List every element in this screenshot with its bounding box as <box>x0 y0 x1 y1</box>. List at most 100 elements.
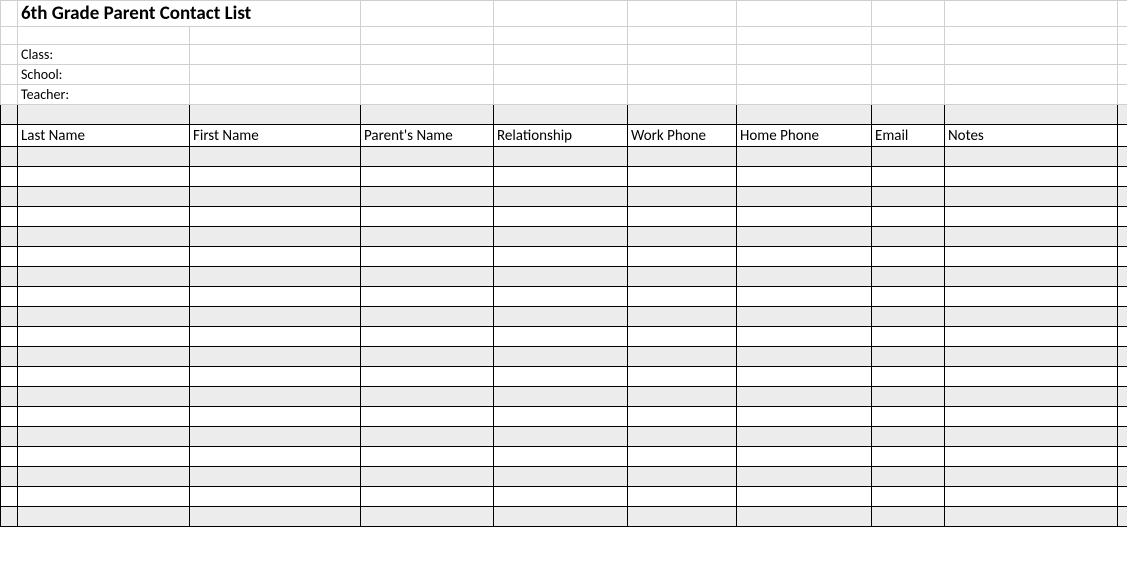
cell-work-phone[interactable] <box>628 267 737 287</box>
cell-notes[interactable] <box>945 387 1118 407</box>
cell-last-name[interactable] <box>18 207 190 227</box>
cell-relationship[interactable] <box>494 227 628 247</box>
cell-email[interactable] <box>872 287 945 307</box>
cell-home-phone[interactable] <box>737 187 872 207</box>
cell-home-phone[interactable] <box>737 447 872 467</box>
cell-notes[interactable] <box>945 267 1118 287</box>
cell-parents-name[interactable] <box>361 407 494 427</box>
cell-work-phone[interactable] <box>628 187 737 207</box>
cell-parents-name[interactable] <box>361 267 494 287</box>
cell-parents-name[interactable] <box>361 187 494 207</box>
cell-email[interactable] <box>872 347 945 367</box>
cell-work-phone[interactable] <box>628 387 737 407</box>
cell-notes[interactable] <box>945 487 1118 507</box>
cell-last-name[interactable] <box>18 247 190 267</box>
cell-last-name[interactable] <box>18 487 190 507</box>
cell-last-name[interactable] <box>18 327 190 347</box>
cell-relationship[interactable] <box>494 387 628 407</box>
cell-first-name[interactable] <box>190 427 361 447</box>
cell-home-phone[interactable] <box>737 427 872 447</box>
cell-home-phone[interactable] <box>737 247 872 267</box>
cell-email[interactable] <box>872 407 945 427</box>
cell-email[interactable] <box>872 167 945 187</box>
cell-work-phone[interactable] <box>628 227 737 247</box>
cell-relationship[interactable] <box>494 487 628 507</box>
cell-relationship[interactable] <box>494 187 628 207</box>
cell-relationship[interactable] <box>494 447 628 467</box>
cell-notes[interactable] <box>945 467 1118 487</box>
cell-notes[interactable] <box>945 427 1118 447</box>
cell-relationship[interactable] <box>494 167 628 187</box>
cell-relationship[interactable] <box>494 327 628 347</box>
cell-work-phone[interactable] <box>628 307 737 327</box>
cell-email[interactable] <box>872 327 945 347</box>
cell-last-name[interactable] <box>18 267 190 287</box>
cell-notes[interactable] <box>945 187 1118 207</box>
cell-email[interactable] <box>872 507 945 527</box>
cell-email[interactable] <box>872 227 945 247</box>
cell-last-name[interactable] <box>18 427 190 447</box>
cell-first-name[interactable] <box>190 507 361 527</box>
cell-email[interactable] <box>872 387 945 407</box>
cell-email[interactable] <box>872 207 945 227</box>
cell-notes[interactable] <box>945 507 1118 527</box>
cell-first-name[interactable] <box>190 327 361 347</box>
cell-relationship[interactable] <box>494 507 628 527</box>
cell-home-phone[interactable] <box>737 367 872 387</box>
cell-notes[interactable] <box>945 407 1118 427</box>
cell-first-name[interactable] <box>190 187 361 207</box>
cell-relationship[interactable] <box>494 287 628 307</box>
cell-parents-name[interactable] <box>361 287 494 307</box>
cell-first-name[interactable] <box>190 247 361 267</box>
cell-notes[interactable] <box>945 227 1118 247</box>
cell-notes[interactable] <box>945 447 1118 467</box>
cell-last-name[interactable] <box>18 167 190 187</box>
cell-first-name[interactable] <box>190 227 361 247</box>
cell-parents-name[interactable] <box>361 307 494 327</box>
col-last-name[interactable]: Last Name <box>18 125 190 147</box>
cell-work-phone[interactable] <box>628 327 737 347</box>
cell-relationship[interactable] <box>494 207 628 227</box>
cell-home-phone[interactable] <box>737 327 872 347</box>
cell-first-name[interactable] <box>190 347 361 367</box>
cell-home-phone[interactable] <box>737 267 872 287</box>
col-first-name[interactable]: First Name <box>190 125 361 147</box>
cell-home-phone[interactable] <box>737 307 872 327</box>
cell-notes[interactable] <box>945 247 1118 267</box>
cell-relationship[interactable] <box>494 467 628 487</box>
cell-home-phone[interactable] <box>737 227 872 247</box>
cell-last-name[interactable] <box>18 287 190 307</box>
cell-first-name[interactable] <box>190 267 361 287</box>
cell-last-name[interactable] <box>18 467 190 487</box>
cell-first-name[interactable] <box>190 287 361 307</box>
cell-parents-name[interactable] <box>361 387 494 407</box>
cell-email[interactable] <box>872 367 945 387</box>
cell-relationship[interactable] <box>494 267 628 287</box>
cell-notes[interactable] <box>945 207 1118 227</box>
cell-notes[interactable] <box>945 367 1118 387</box>
cell-parents-name[interactable] <box>361 167 494 187</box>
cell-email[interactable] <box>872 247 945 267</box>
cell-work-phone[interactable] <box>628 207 737 227</box>
cell-relationship[interactable] <box>494 407 628 427</box>
cell-first-name[interactable] <box>190 167 361 187</box>
cell-home-phone[interactable] <box>737 207 872 227</box>
cell-last-name[interactable] <box>18 347 190 367</box>
cell-parents-name[interactable] <box>361 447 494 467</box>
cell-relationship[interactable] <box>494 307 628 327</box>
cell-work-phone[interactable] <box>628 407 737 427</box>
cell-parents-name[interactable] <box>361 227 494 247</box>
cell-work-phone[interactable] <box>628 507 737 527</box>
cell-email[interactable] <box>872 187 945 207</box>
cell-parents-name[interactable] <box>361 487 494 507</box>
cell-parents-name[interactable] <box>361 327 494 347</box>
cell-parents-name[interactable] <box>361 507 494 527</box>
cell-email[interactable] <box>872 267 945 287</box>
cell-work-phone[interactable] <box>628 247 737 267</box>
col-relationship[interactable]: Relationship <box>494 125 628 147</box>
cell-home-phone[interactable] <box>737 467 872 487</box>
cell-home-phone[interactable] <box>737 407 872 427</box>
cell-home-phone[interactable] <box>737 387 872 407</box>
cell-work-phone[interactable] <box>628 487 737 507</box>
col-work-phone[interactable]: Work Phone <box>628 125 737 147</box>
